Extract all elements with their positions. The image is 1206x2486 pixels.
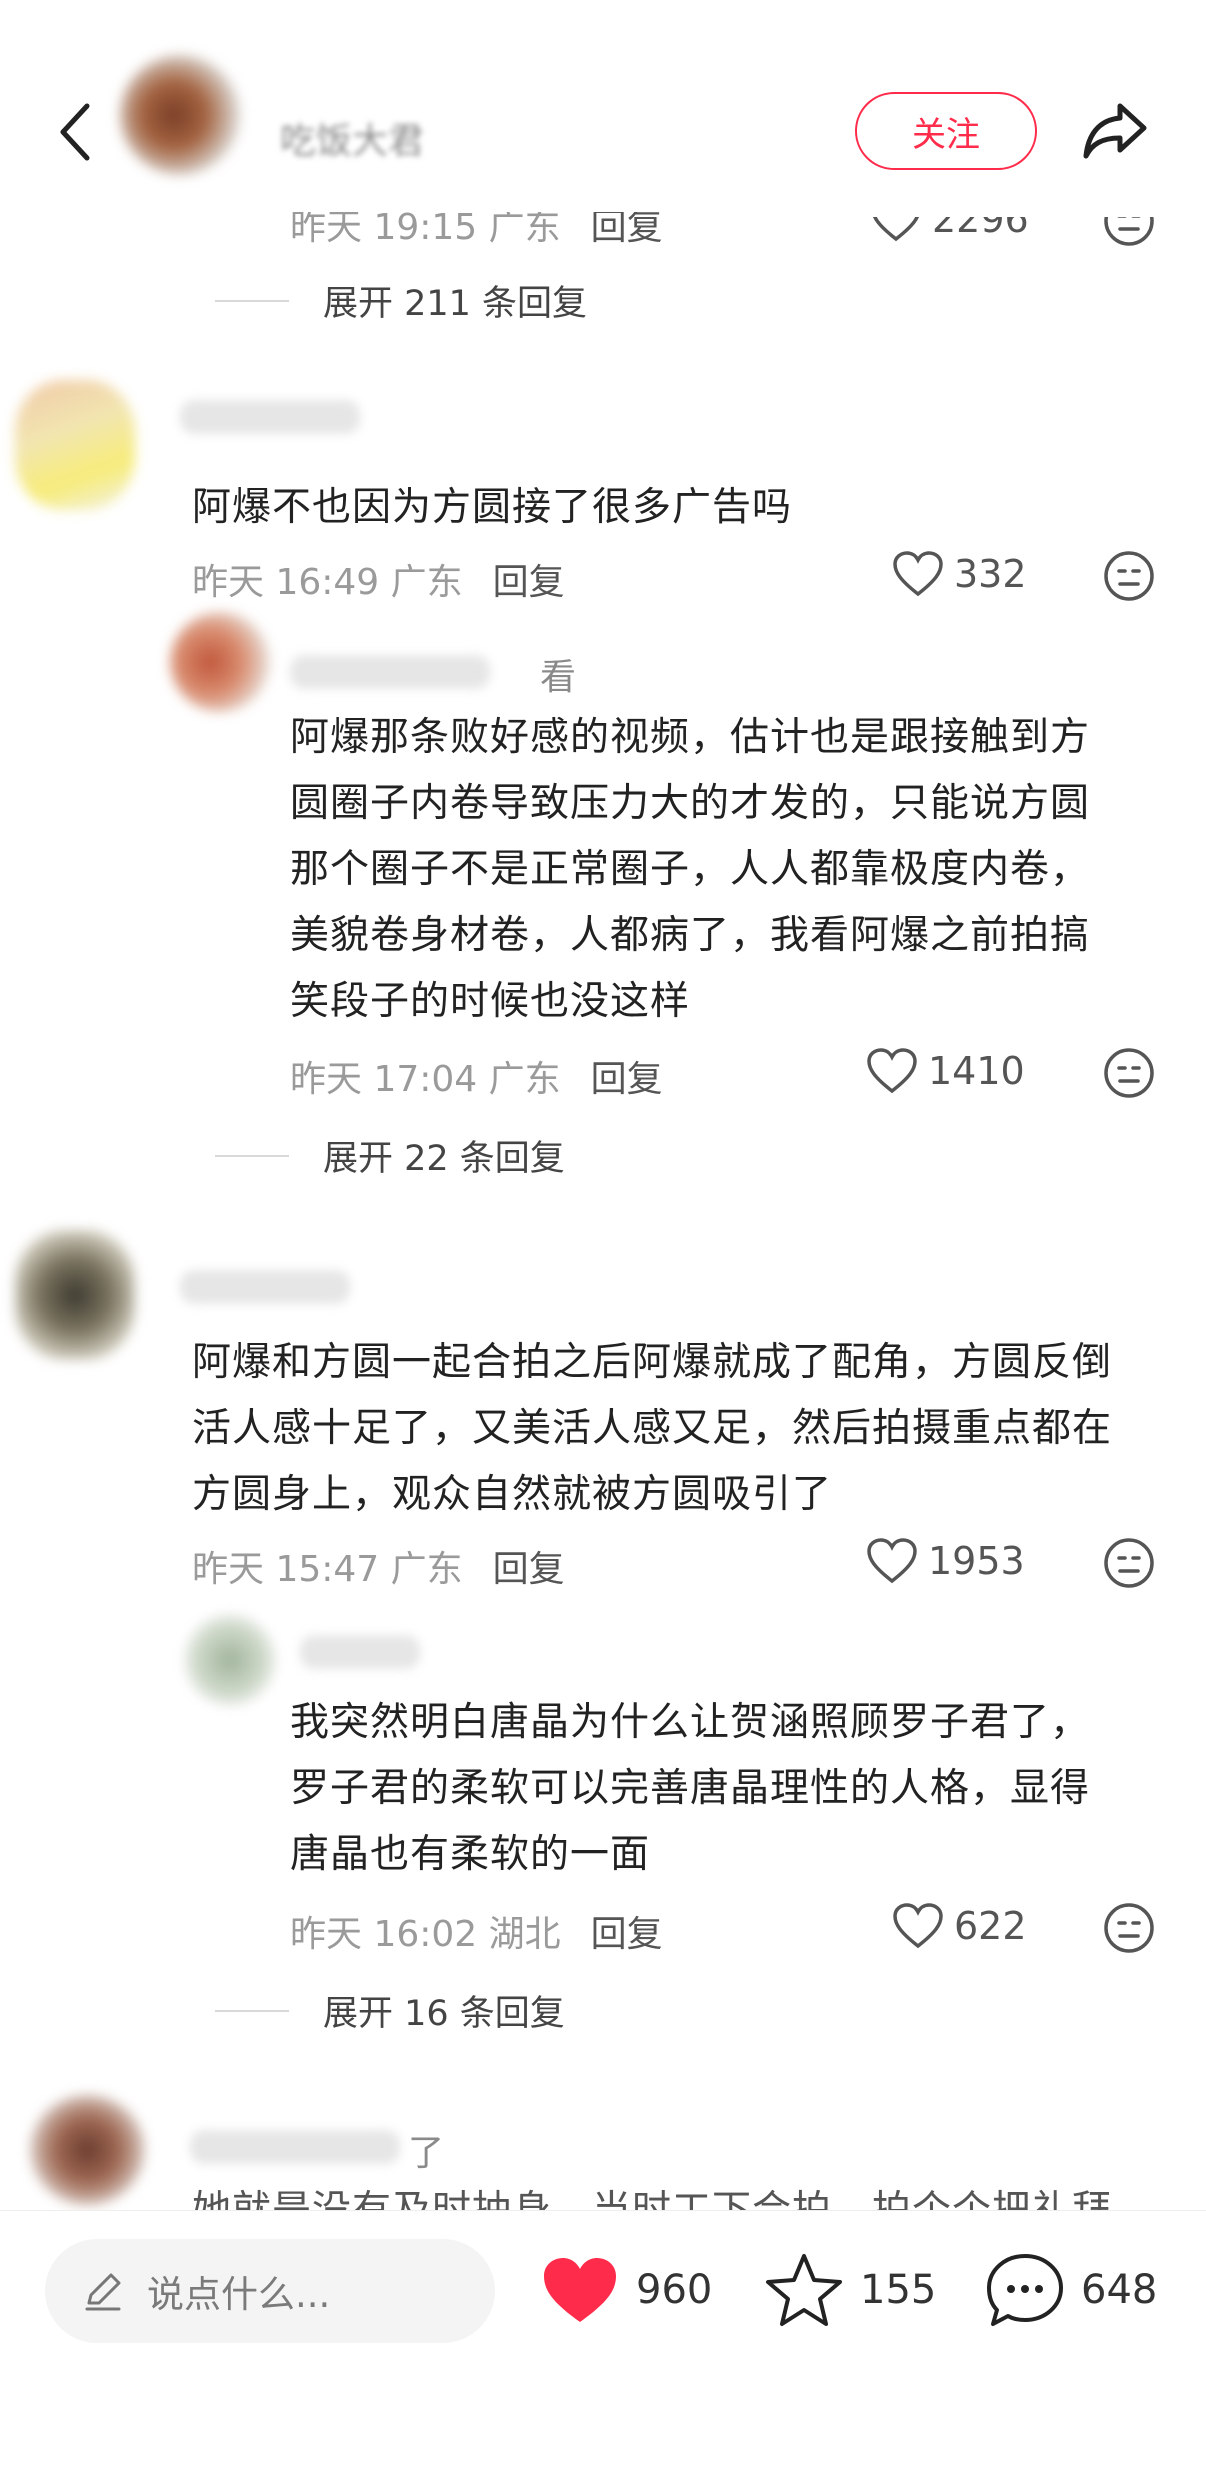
author-avatar[interactable] bbox=[120, 55, 240, 175]
reply-meta: 昨天 16:02 湖北 回复 bbox=[290, 1914, 663, 1955]
commenter-avatar[interactable] bbox=[15, 380, 135, 510]
like-button[interactable]: 1953 bbox=[866, 1537, 1025, 1585]
comment-input-placeholder: 说点什么... bbox=[147, 2273, 331, 2316]
commenter-name[interactable] bbox=[180, 400, 360, 434]
divider bbox=[215, 299, 289, 302]
replier-name-tail: 看 bbox=[540, 657, 577, 698]
reply-button[interactable]: 回复 bbox=[591, 212, 663, 248]
back-arrow-icon bbox=[60, 103, 90, 161]
reply-button[interactable]: 回复 bbox=[591, 1914, 663, 1955]
replier-name[interactable] bbox=[300, 1635, 420, 1669]
comment-text: 阿爆不也因为方圆接了很多广告吗 bbox=[192, 485, 793, 530]
like-post-button[interactable]: 960 bbox=[540, 2245, 712, 2335]
emoji-face-icon[interactable] bbox=[1103, 1902, 1155, 1954]
expand-replies-button[interactable]: 展开 22 条回复 bbox=[215, 1130, 565, 1181]
comment-meta: 昨天 16:49 广东 回复 bbox=[192, 562, 565, 603]
back-button[interactable] bbox=[55, 102, 95, 162]
comment-meta: 昨天 15:47 广东 回复 bbox=[192, 1549, 565, 1590]
replier-name[interactable] bbox=[290, 655, 490, 689]
like-button[interactable]: 622 bbox=[892, 1902, 1027, 1950]
share-button[interactable] bbox=[1080, 100, 1150, 162]
heart-outline-icon bbox=[893, 1903, 943, 1949]
comment-input[interactable]: 说点什么... bbox=[45, 2239, 495, 2343]
author-name[interactable]: 吃饭大君 bbox=[280, 112, 424, 164]
like-button[interactable]: 1410 bbox=[866, 1047, 1025, 1095]
reply-text: 我突然明白唐晶为什么让贺涵照顾罗子君了， 罗子君的柔软可以完善唐晶理性的人格，显… bbox=[290, 1700, 1091, 1877]
comment-bubble-icon bbox=[987, 2254, 1063, 2326]
heart-outline-icon bbox=[867, 1538, 917, 1584]
commenter-name[interactable] bbox=[190, 2130, 400, 2164]
divider bbox=[215, 2009, 289, 2012]
emoji-face-icon[interactable] bbox=[1103, 550, 1155, 602]
commenter-name[interactable] bbox=[180, 1270, 350, 1304]
follow-button[interactable]: 关注 bbox=[855, 92, 1037, 170]
replier-avatar[interactable] bbox=[185, 1615, 275, 1705]
reply-text: 阿爆那条败好感的视频，估计也是跟接触到方 圆圈子内卷导致压力大的才发的，只能说方… bbox=[290, 715, 1091, 1024]
commenter-avatar[interactable] bbox=[15, 1230, 135, 1360]
heart-filled-icon bbox=[544, 2258, 616, 2322]
reply-button[interactable]: 回复 bbox=[493, 562, 565, 603]
heart-outline-icon bbox=[893, 551, 943, 597]
heart-outline-icon bbox=[867, 1048, 917, 1094]
emoji-face-icon[interactable] bbox=[1103, 1537, 1155, 1589]
expand-replies-button[interactable]: 展开 211 条回复 bbox=[215, 275, 587, 326]
comment-count-button[interactable]: 648 bbox=[985, 2245, 1157, 2335]
top-nav-bar: 吃饭大君 关注 bbox=[0, 0, 1206, 240]
commenter-name-tail: 了 bbox=[408, 2133, 445, 2174]
replier-avatar[interactable] bbox=[170, 612, 270, 712]
like-button[interactable]: 332 bbox=[892, 550, 1027, 598]
emoji-face-icon[interactable] bbox=[1103, 1047, 1155, 1099]
share-icon bbox=[1083, 103, 1147, 159]
comment-text: 阿爆和方圆一起合拍之后阿爆就成了配角，方圆反倒 活人感十足了，又美活人感又足，然… bbox=[192, 1340, 1113, 1517]
edit-icon bbox=[85, 2273, 121, 2311]
bottom-action-bar: 说点什么... 960 155 648 bbox=[0, 2210, 1206, 2486]
collect-button[interactable]: 155 bbox=[764, 2245, 936, 2335]
reply-button[interactable]: 回复 bbox=[493, 1549, 565, 1590]
divider bbox=[215, 1154, 289, 1157]
expand-replies-button[interactable]: 展开 16 条回复 bbox=[215, 1985, 565, 2036]
star-icon bbox=[766, 2254, 842, 2326]
reply-button[interactable]: 回复 bbox=[591, 1059, 663, 1100]
reply-meta: 昨天 17:04 广东 回复 bbox=[290, 1059, 663, 1100]
commenter-avatar[interactable] bbox=[30, 2095, 145, 2205]
